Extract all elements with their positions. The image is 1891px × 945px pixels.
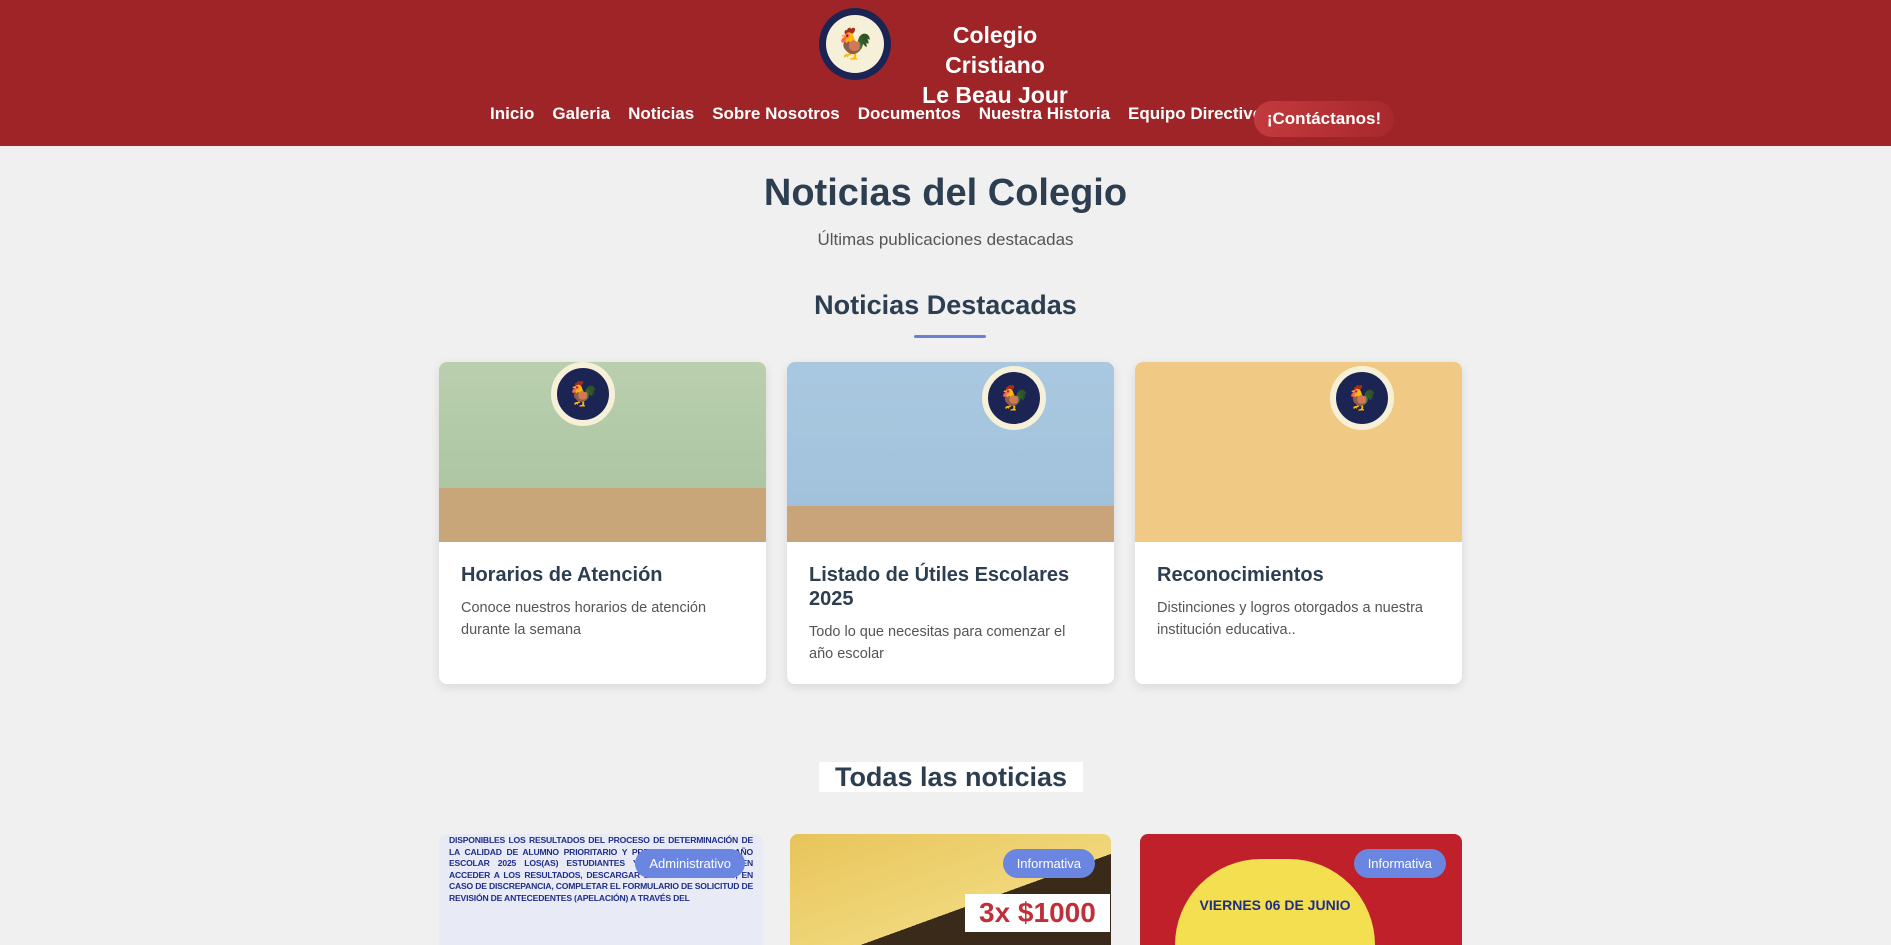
page-subtitle: Últimas publicaciones destacadas <box>817 230 1074 249</box>
news-card[interactable]: 3x $1000 Informativa <box>790 834 1111 945</box>
news-card[interactable]: VIERNES 06 DE JUNIO Informativa <box>1140 834 1462 945</box>
nav-noticias[interactable]: Noticias <box>628 104 694 124</box>
featured-heading: Noticias Destacadas <box>814 290 1077 320</box>
featured-card[interactable]: 🐓 Reconocimientos Distinciones y logros … <box>1135 362 1462 684</box>
card-image-text: VIERNES 06 DE JUNIO <box>1175 859 1375 945</box>
card-image-text: 3x $1000 <box>965 894 1110 932</box>
card-title: Horarios de Atención <box>461 564 663 586</box>
site-header: 🐓 Colegio Cristiano Le Beau Jour Inicio … <box>0 0 1891 146</box>
rooster-icon: 🐓 <box>826 15 884 73</box>
category-badge: Administrativo <box>635 849 745 878</box>
heading-underline <box>914 335 986 338</box>
card-description: Conoce nuestros horarios de atención dur… <box>461 600 707 638</box>
featured-card[interactable]: 🐓 Listado de Útiles Escolares 2025 Todo … <box>787 362 1114 684</box>
news-card[interactable]: DISPONIBLES LOS RESULTADOS DEL PROCESO D… <box>439 834 763 945</box>
nav-documentos[interactable]: Documentos <box>858 104 961 124</box>
card-title: Listado de Útiles Escolares 2025 <box>809 564 1070 610</box>
card-title: Reconocimientos <box>1157 564 1324 586</box>
seal-icon: 🐓 <box>982 366 1046 430</box>
seal-icon: 🐓 <box>1330 366 1394 430</box>
school-logo[interactable]: 🐓 <box>819 8 891 80</box>
main-nav: Inicio Galeria Noticias Sobre Nosotros D… <box>490 104 1281 124</box>
brand-line1: Colegio Cristiano <box>945 22 1045 78</box>
seal-icon: 🐓 <box>551 362 615 426</box>
nav-nuestra-historia[interactable]: Nuestra Historia <box>979 104 1110 124</box>
brand-name: Colegio Cristiano Le Beau Jour <box>900 20 1090 110</box>
nav-sobre-nosotros[interactable]: Sobre Nosotros <box>712 104 840 124</box>
featured-card[interactable]: 🐓 Horarios de Atención Conoce nuestros h… <box>439 362 766 684</box>
all-news-heading: Todas las noticias <box>819 762 1083 792</box>
card-image: 🐓 <box>787 362 1114 542</box>
card-image: 🐓 <box>1135 362 1462 542</box>
nav-inicio[interactable]: Inicio <box>490 104 534 124</box>
nav-equipo-directivo[interactable]: Equipo Directivo <box>1128 104 1263 124</box>
nav-galeria[interactable]: Galeria <box>552 104 610 124</box>
category-badge: Informativa <box>1353 849 1446 878</box>
card-description: Distinciones y logros otorgados a nuestr… <box>1157 600 1423 638</box>
page-title: Noticias del Colegio <box>763 172 1128 214</box>
card-description: Todo lo que necesitas para comenzar el a… <box>809 624 1066 662</box>
category-badge: Informativa <box>1002 849 1095 878</box>
contact-button[interactable]: ¡Contáctanos! <box>1254 101 1394 137</box>
card-image: 🐓 <box>439 362 766 542</box>
